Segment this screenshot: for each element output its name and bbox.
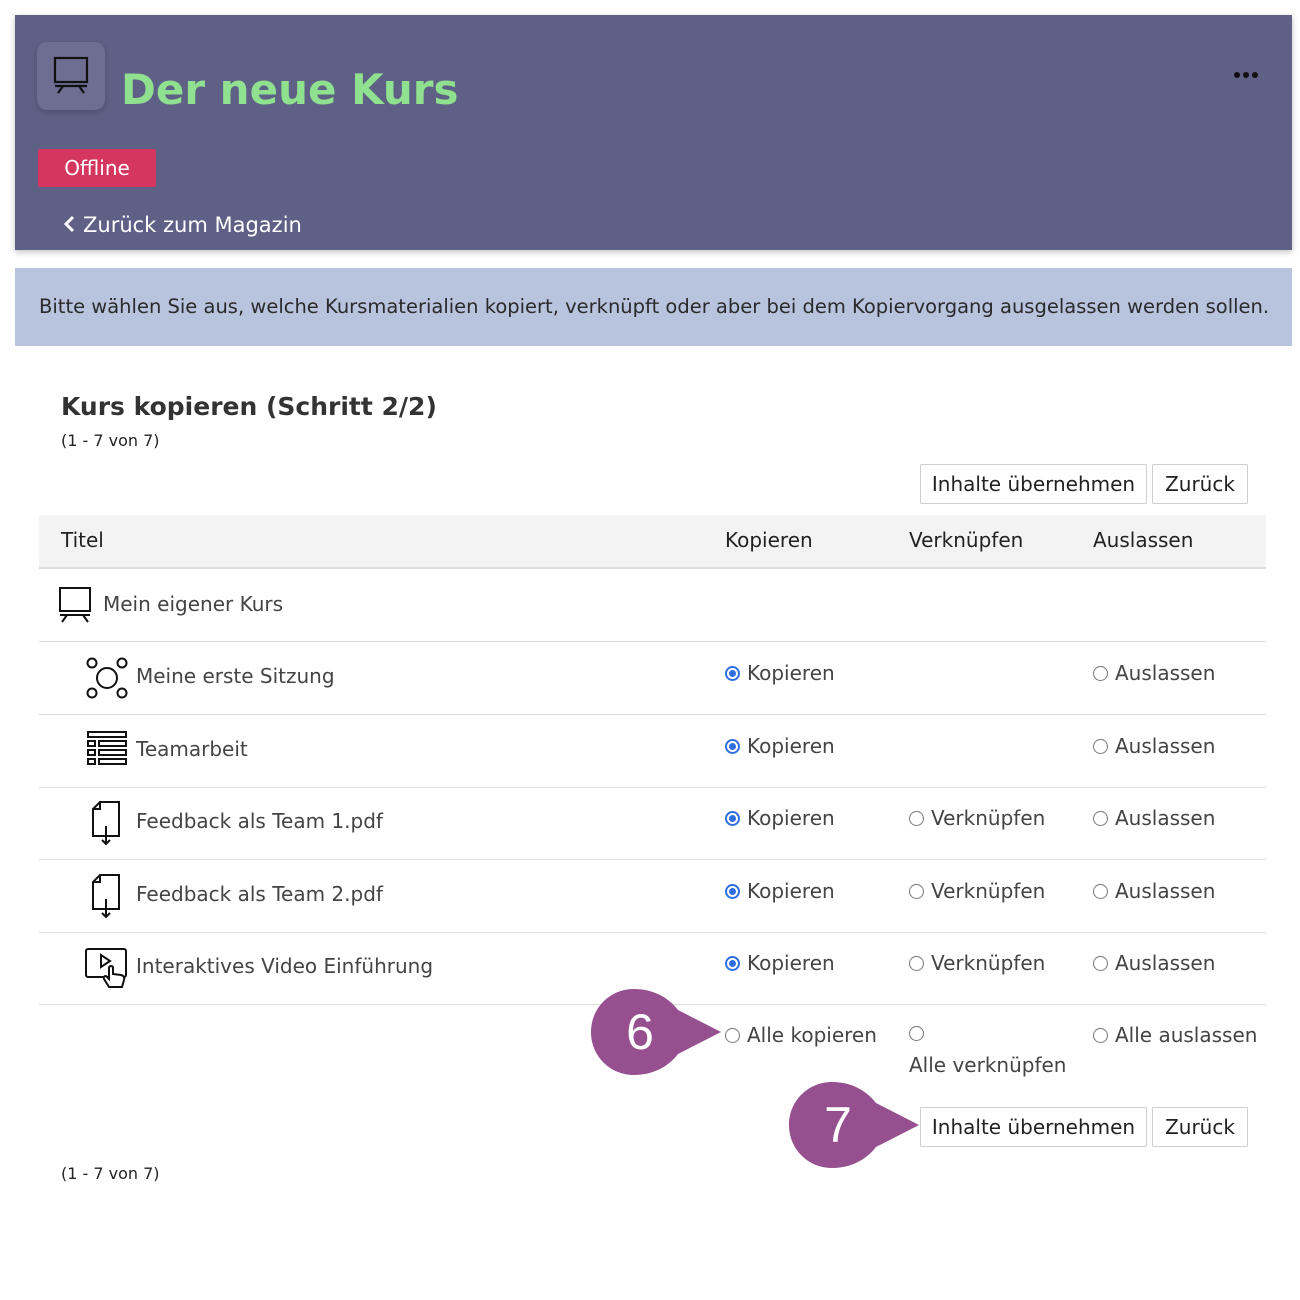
apply-contents-button-bottom[interactable]: Inhalte übernehmen bbox=[920, 1107, 1147, 1147]
option-skip[interactable]: Auslassen bbox=[1093, 879, 1215, 903]
table-row: Mein eigener Kurs bbox=[39, 569, 1266, 642]
option-copy[interactable]: Kopieren bbox=[725, 806, 835, 830]
option-skip[interactable]: Auslassen bbox=[1093, 951, 1215, 975]
row-title: Meine erste Sitzung bbox=[136, 664, 335, 688]
table-row: Teamarbeit Kopieren Auslassen bbox=[39, 715, 1266, 788]
radio-skip[interactable] bbox=[1093, 739, 1108, 754]
radio-copy[interactable] bbox=[725, 739, 740, 754]
column-header-copy: Kopieren bbox=[725, 528, 813, 552]
table-row: Feedback als Team 2.pdf Kopieren Verknüp… bbox=[39, 860, 1266, 933]
callout-number: 6 bbox=[626, 1004, 654, 1060]
radio-skip[interactable] bbox=[1093, 811, 1108, 826]
table-header: Titel Kopieren Verknüpfen Auslassen bbox=[39, 515, 1266, 569]
radio-skip[interactable] bbox=[1093, 884, 1108, 899]
presentation-board-icon bbox=[59, 587, 91, 623]
row-title: Teamarbeit bbox=[136, 737, 248, 761]
back-link-label: Zurück zum Magazin bbox=[83, 213, 302, 237]
row-title: Interaktives Video Einführung bbox=[136, 954, 434, 978]
option-skip[interactable]: Auslassen bbox=[1093, 734, 1215, 758]
radio-link-all[interactable] bbox=[909, 1026, 924, 1041]
info-message: Bitte wählen Sie aus, welche Kursmateria… bbox=[15, 268, 1292, 346]
option-copy[interactable]: Kopieren bbox=[725, 734, 835, 758]
interactive-video-icon bbox=[85, 948, 127, 988]
radio-copy[interactable] bbox=[725, 666, 740, 681]
radio-copy-all[interactable] bbox=[725, 1028, 740, 1043]
radio-skip-all[interactable] bbox=[1093, 1028, 1108, 1043]
callout-marker-6: 6 bbox=[591, 989, 721, 1075]
file-download-icon bbox=[92, 874, 120, 919]
row-title: Feedback als Team 2.pdf bbox=[136, 882, 383, 906]
skip-all-option[interactable]: Alle auslassen bbox=[1093, 1023, 1257, 1047]
column-header-skip: Auslassen bbox=[1093, 528, 1194, 552]
chevron-left-icon bbox=[63, 215, 75, 233]
option-copy[interactable]: Kopieren bbox=[725, 951, 835, 975]
radio-skip[interactable] bbox=[1093, 666, 1108, 681]
option-skip[interactable]: Auslassen bbox=[1093, 806, 1215, 830]
radio-copy[interactable] bbox=[725, 811, 740, 826]
radio-link[interactable] bbox=[909, 811, 924, 826]
copy-all-option[interactable]: Alle kopieren bbox=[725, 1023, 877, 1047]
radio-link[interactable] bbox=[909, 956, 924, 971]
file-download-icon bbox=[92, 801, 120, 846]
apply-contents-button-top[interactable]: Inhalte übernehmen bbox=[920, 464, 1147, 504]
option-copy[interactable]: Kopieren bbox=[725, 879, 835, 903]
option-link[interactable]: Verknüpfen bbox=[909, 951, 1045, 975]
table-row: Feedback als Team 1.pdf Kopieren Verknüp… bbox=[39, 787, 1266, 860]
row-title: Mein eigener Kurs bbox=[103, 592, 284, 616]
option-copy[interactable]: Kopieren bbox=[725, 661, 835, 685]
column-header-link: Verknüpfen bbox=[909, 528, 1024, 552]
back-button-top[interactable]: Zurück bbox=[1152, 464, 1248, 504]
course-title: Der neue Kurs bbox=[121, 65, 459, 114]
session-network-icon bbox=[86, 657, 128, 699]
page-title: Kurs kopieren (Schritt 2/2) bbox=[61, 392, 437, 421]
link-all-label: Alle verknüpfen bbox=[909, 1053, 1067, 1077]
presentation-board-icon bbox=[53, 56, 89, 94]
row-title: Feedback als Team 1.pdf bbox=[136, 809, 383, 833]
pagination-count-top: (1 - 7 von 7) bbox=[61, 431, 160, 450]
radio-copy[interactable] bbox=[725, 956, 740, 971]
course-header: Der neue Kurs Offline Zurück zum Magazin bbox=[15, 15, 1292, 250]
radio-skip[interactable] bbox=[1093, 956, 1108, 971]
radio-link[interactable] bbox=[909, 884, 924, 899]
pagination-count-bottom: (1 - 7 von 7) bbox=[61, 1164, 160, 1183]
radio-copy[interactable] bbox=[725, 884, 740, 899]
table-row: Meine erste Sitzung Kopieren Auslassen bbox=[39, 642, 1266, 715]
status-badge: Offline bbox=[38, 149, 156, 187]
option-link[interactable]: Verknüpfen bbox=[909, 879, 1045, 903]
more-options-button[interactable] bbox=[1233, 65, 1259, 78]
back-to-magazine-link[interactable]: Zurück zum Magazin bbox=[63, 213, 302, 237]
more-horizontal-icon bbox=[1234, 72, 1258, 78]
back-button-bottom[interactable]: Zurück bbox=[1152, 1107, 1248, 1147]
option-link[interactable]: Verknüpfen bbox=[909, 806, 1045, 830]
link-all-option[interactable] bbox=[909, 1021, 931, 1045]
callout-number: 7 bbox=[824, 1097, 852, 1153]
course-icon-box bbox=[37, 42, 105, 110]
callout-marker-7: 7 bbox=[789, 1082, 919, 1168]
list-table-icon bbox=[87, 731, 127, 765]
option-skip[interactable]: Auslassen bbox=[1093, 661, 1215, 685]
column-header-title: Titel bbox=[61, 528, 104, 552]
